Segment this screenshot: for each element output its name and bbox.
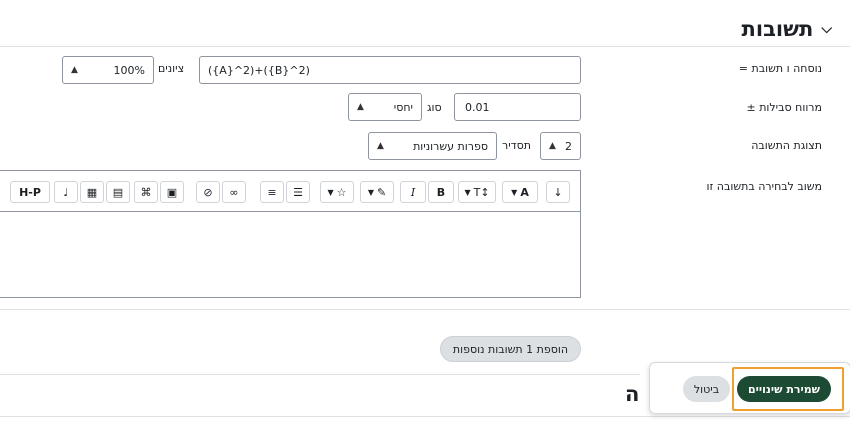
bullet-list-button[interactable]: ☰ xyxy=(286,181,310,203)
select-arrow-icon: ▲︎ xyxy=(377,141,384,151)
numbered-list-icon: ≡ xyxy=(267,185,277,199)
format-value: ספרות עשרוניות xyxy=(413,139,488,153)
html-button[interactable]: H-P xyxy=(10,181,50,203)
display-label: תצוגת התשובה xyxy=(751,139,822,152)
divider xyxy=(0,416,850,417)
grade-label: ציונים xyxy=(158,62,185,75)
emoji-button[interactable]: ▼ ☆ xyxy=(320,181,354,203)
font-icon: A xyxy=(520,185,529,199)
font-size-button[interactable]: ▼ T↕ xyxy=(458,181,496,203)
lightbulb-icon: ☆ xyxy=(336,185,347,199)
select-arrow-icon: ▲︎ xyxy=(71,65,78,75)
unlink-button[interactable]: ⊘ xyxy=(196,181,220,203)
feedback-label: משוב לבחירה בתשובה זו xyxy=(706,180,823,193)
image-button[interactable]: ▣ xyxy=(160,181,184,203)
table-button[interactable]: ▦ xyxy=(80,181,104,203)
display-select[interactable]: ▲︎ 2 xyxy=(540,132,581,160)
display-value: 2 xyxy=(565,139,572,153)
file-button[interactable]: ▤ xyxy=(106,181,130,203)
tolerance-value: 0.01 xyxy=(465,100,490,114)
formula-label: נוסחה ו תשובת = xyxy=(738,62,822,75)
font-color-button[interactable]: ▼ A xyxy=(502,181,538,203)
bullet-list-icon: ☰ xyxy=(293,185,303,199)
type-select[interactable]: ▲︎ יחסי xyxy=(348,93,422,121)
tolerance-input[interactable]: 0.01 xyxy=(454,93,581,121)
grade-value: 100% xyxy=(113,63,145,77)
format-label: תסדיר xyxy=(502,139,532,152)
link-icon: ∞ xyxy=(229,185,239,199)
add-answers-button[interactable]: הוספת 1 תשובות נוספות xyxy=(440,336,581,362)
italic-button[interactable]: I xyxy=(400,181,426,203)
type-label: סוג xyxy=(427,101,442,114)
save-button[interactable]: שמירת שינויים xyxy=(737,376,831,402)
numbered-list-button[interactable]: ≡ xyxy=(260,181,284,203)
type-value: יחסי xyxy=(393,100,413,114)
select-arrow-icon: ▲︎ xyxy=(549,141,556,151)
image-icon: ▣ xyxy=(166,185,178,199)
divider xyxy=(0,46,850,47)
grade-select[interactable]: ▲︎ 100% xyxy=(62,56,154,84)
media-button[interactable]: ⌘ xyxy=(134,181,158,203)
link-button[interactable]: ∞ xyxy=(222,181,246,203)
bold-button[interactable]: B xyxy=(428,181,454,203)
divider xyxy=(0,309,850,310)
cancel-button[interactable]: ביטול xyxy=(683,376,730,402)
record-audio-button[interactable]: ♩ xyxy=(54,181,78,203)
unlink-icon: ⊘ xyxy=(203,185,213,199)
formula-input[interactable]: ({A}^2)+({B}^2) xyxy=(199,56,581,84)
section-header[interactable]: ⌵ תשובות xyxy=(742,14,832,44)
italic-icon: I xyxy=(410,185,416,199)
brush-icon: ✎ xyxy=(376,185,387,199)
next-section-title: ה xyxy=(625,382,640,406)
format-select[interactable]: ▲︎ ספרות עשרוניות xyxy=(368,132,497,160)
microphone-icon: ♩ xyxy=(63,185,69,199)
html-icon: H-P xyxy=(19,185,41,199)
rtl-icon[interactable]: ↓ xyxy=(546,181,570,203)
highlight-button[interactable]: ▼ ✎ xyxy=(360,181,394,203)
section-title: תשובות xyxy=(741,17,814,41)
formula-value: ({A}^2)+({B}^2) xyxy=(208,63,310,77)
select-arrow-icon: ▲︎ xyxy=(357,102,364,112)
bold-icon: B xyxy=(436,185,446,199)
chevron-down-icon[interactable]: ⌵ xyxy=(821,21,832,37)
text-size-icon: T↕ xyxy=(473,185,490,199)
feedback-editor[interactable] xyxy=(0,211,581,298)
media-icon: ⌘ xyxy=(140,185,152,199)
table-icon: ▦ xyxy=(86,185,98,199)
divider xyxy=(0,374,640,375)
file-icon: ▤ xyxy=(112,185,124,199)
tolerance-label: מרווח סבילות ± xyxy=(746,101,822,114)
